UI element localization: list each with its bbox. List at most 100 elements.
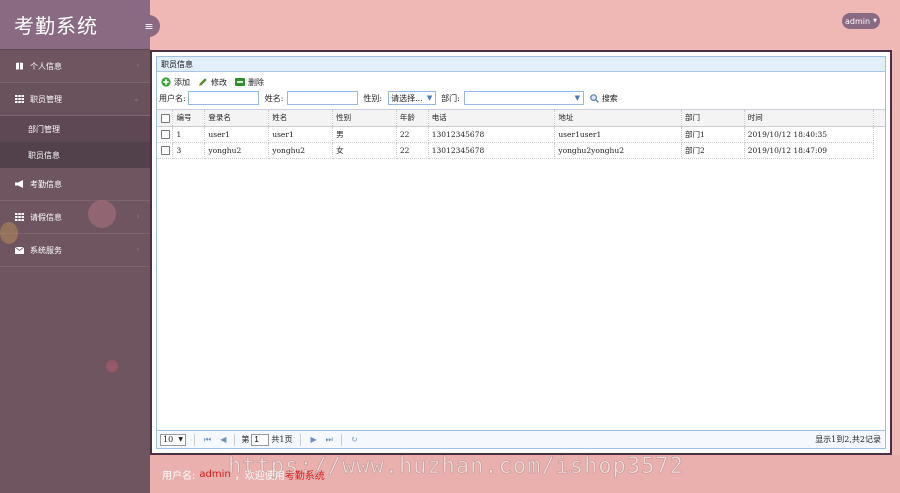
- pager-divider: [194, 433, 195, 446]
- plus-circle-icon: [161, 77, 171, 87]
- name-label: 姓名:: [264, 93, 284, 103]
- table-header-row: 编号 登录名 姓名 性别 年龄 电话 地址 部门 时间: [157, 110, 885, 127]
- footer-user-label: 用户名:: [162, 470, 196, 482]
- table-cell-spacer: [874, 142, 885, 158]
- pagination-bar: 10 ▼ ⏮ ◀ 第 共1页 ▶ ⏭ ↻ 显示1到2,共2记录: [157, 430, 885, 448]
- sidebar-item-leave-info[interactable]: 请假信息 ›: [0, 201, 150, 234]
- grid-icon: [14, 95, 24, 103]
- top-bar: ≡ admin ▼: [138, 0, 900, 50]
- delete-button[interactable]: 删除: [235, 77, 264, 88]
- page-size-value: 10: [163, 435, 174, 444]
- footer-system-name: 考勤系统: [284, 470, 325, 482]
- column-header[interactable]: 地址: [554, 110, 682, 127]
- envelope-icon: [14, 246, 24, 254]
- grid-icon: [14, 213, 24, 221]
- table-cell: user1user1: [554, 126, 682, 143]
- table-row[interactable]: 3 yonghu2 yonghu2 女 22 13012345678 yongh…: [157, 142, 885, 159]
- gender-select[interactable]: 请选择... ▼: [388, 91, 437, 105]
- column-header[interactable]: 姓名: [268, 110, 334, 127]
- sidebar: 考勤系统 个人信息 › 职员管理 ⌄ 部门管理 职员信息 考勤信息 请假信息 ›…: [0, 0, 150, 493]
- department-select[interactable]: ▼: [463, 91, 584, 105]
- department-label: 部门:: [441, 93, 460, 103]
- sidebar-subitem-department-management[interactable]: 部门管理: [0, 116, 150, 142]
- row-checkbox[interactable]: [161, 129, 170, 139]
- page-size-select[interactable]: 10 ▼: [160, 433, 186, 446]
- scroll-spacer: [873, 110, 885, 127]
- sidebar-item-personal-info[interactable]: 个人信息 ›: [0, 50, 150, 83]
- minus-box-icon: [235, 77, 245, 87]
- table-cell: yonghu2: [204, 142, 270, 159]
- add-button[interactable]: 添加: [161, 77, 190, 88]
- select-all-checkbox[interactable]: [161, 113, 170, 123]
- table-row[interactable]: 1 user1 user1 男 22 13012345678 user1user…: [157, 126, 885, 143]
- username-input[interactable]: [187, 91, 259, 105]
- edit-button[interactable]: 修改: [198, 77, 227, 88]
- column-header[interactable]: 时间: [744, 110, 875, 127]
- sidebar-item-label: 请假信息: [30, 212, 62, 222]
- table-cell: yonghu2yonghu2: [554, 142, 682, 159]
- table-cell-spacer: [874, 126, 885, 142]
- table-cell: user1: [268, 126, 334, 143]
- last-page-icon[interactable]: ⏭: [326, 435, 333, 445]
- next-page-icon[interactable]: ▶: [310, 435, 316, 444]
- page-number-input[interactable]: [251, 433, 270, 446]
- sidebar-item-label: 系统服务: [30, 245, 62, 255]
- delete-label: 删除: [248, 77, 264, 87]
- table-cell: 3: [172, 142, 206, 159]
- column-header[interactable]: 编号: [172, 110, 206, 127]
- book-icon: [14, 62, 24, 70]
- table-cell: 22: [396, 126, 429, 143]
- table-cell: 22: [396, 142, 429, 159]
- staff-table: 编号 登录名 姓名 性别 年龄 电话 地址 部门 时间 1 user1 user…: [157, 109, 885, 430]
- sidebar-item-attendance-info[interactable]: 考勤信息: [0, 168, 150, 201]
- username-label: 用户名:: [159, 93, 186, 103]
- table-cell: 1: [172, 126, 206, 143]
- footer-username: admin: [199, 468, 231, 480]
- first-page-icon[interactable]: ⏮: [204, 435, 211, 445]
- megaphone-icon: [14, 180, 24, 188]
- sidebar-subitem-staff-info[interactable]: 职员信息: [0, 142, 150, 168]
- page-prefix: 第: [241, 435, 250, 444]
- column-header[interactable]: 登录名: [204, 110, 270, 127]
- table-cell: 部门1: [681, 126, 745, 143]
- sidebar-item-staff-management[interactable]: 职员管理 ⌄: [0, 83, 150, 116]
- table-cell: 2019/10/12 18:47:09: [744, 142, 875, 159]
- user-menu-button[interactable]: admin ▼: [842, 13, 880, 29]
- column-header[interactable]: 部门: [681, 110, 745, 127]
- chevron-right-icon: ›: [136, 245, 140, 255]
- refresh-icon[interactable]: ↻: [351, 435, 358, 444]
- search-icon: [590, 93, 599, 103]
- prev-page-icon[interactable]: ◀: [220, 435, 226, 444]
- pager-divider: [234, 433, 236, 446]
- toolbar: 添加 修改 删除: [157, 74, 885, 90]
- chevron-down-icon: ▼: [574, 94, 580, 102]
- app-brand: 考勤系统: [0, 0, 150, 50]
- row-select-cell: [157, 142, 174, 159]
- menu-icon[interactable]: ≡: [138, 15, 160, 37]
- chevron-down-icon: ▼: [426, 94, 433, 102]
- page-total: 共1页: [271, 435, 293, 444]
- search-button[interactable]: 搜索: [590, 93, 618, 104]
- column-header[interactable]: 电话: [428, 110, 556, 127]
- table-cell: user1: [204, 126, 270, 143]
- table-cell: 13012345678: [428, 142, 556, 159]
- name-input[interactable]: [287, 91, 359, 105]
- column-header[interactable]: 性别: [332, 110, 397, 127]
- decorative-flower: [106, 360, 118, 372]
- sidebar-item-system-service[interactable]: 系统服务 ›: [0, 234, 150, 267]
- footer-welcome: ，欢迎使用: [234, 470, 285, 482]
- gender-select-value: 请选择...: [391, 93, 423, 103]
- chevron-right-icon: ›: [136, 212, 140, 222]
- row-checkbox[interactable]: [161, 145, 170, 155]
- content-frame: 职员信息 添加 修改 删除 用户名: 姓名: 性别: 请选择... ▼ 部门: …: [150, 50, 892, 455]
- table-cell: 2019/10/12 18:40:35: [744, 126, 875, 143]
- chevron-right-icon: ›: [136, 61, 140, 71]
- select-all-cell: [157, 110, 174, 127]
- column-header[interactable]: 年龄: [396, 110, 429, 127]
- pencil-icon: [198, 77, 208, 87]
- pager-info: 显示1到2,共2记录: [815, 435, 881, 444]
- decorative-flower: [88, 200, 116, 228]
- sidebar-subitem-label: 部门管理: [28, 124, 60, 134]
- table-cell: yonghu2: [268, 142, 334, 159]
- sidebar-menu: 个人信息 › 职员管理 ⌄ 部门管理 职员信息 考勤信息 请假信息 › 系统服务…: [0, 50, 150, 267]
